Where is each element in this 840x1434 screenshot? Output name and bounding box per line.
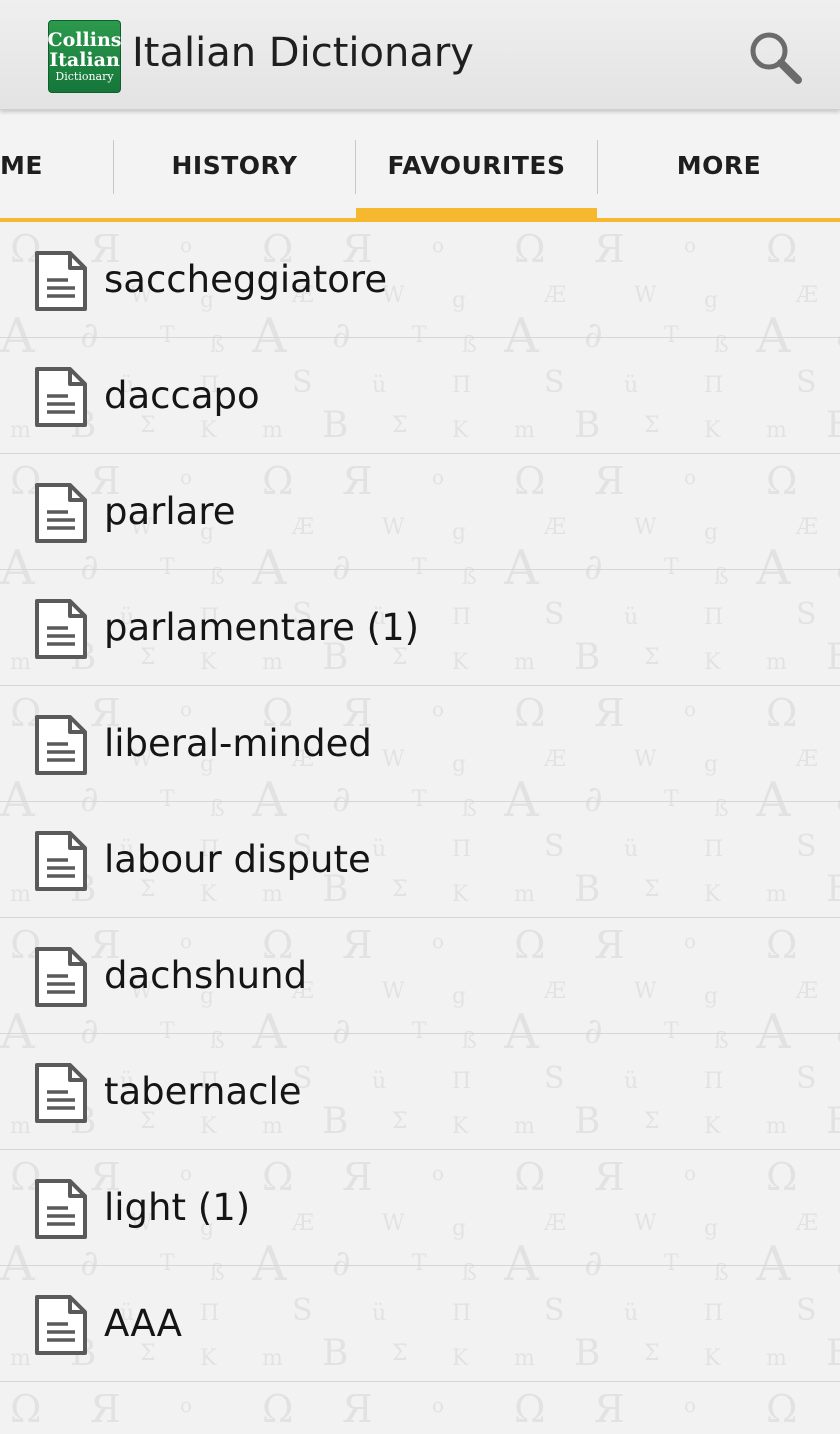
tab-bar: ME HISTORY FAVOURITES MORE [0,112,840,222]
tab-more[interactable]: MORE [598,112,840,218]
favourite-word-label: labour dispute [104,838,371,881]
app-title: Italian Dictionary [132,30,474,76]
favourite-list-item[interactable]: parlare [0,454,840,570]
tab-more-label: MORE [676,150,762,180]
favourite-list-item[interactable]: dachshund [0,918,840,1034]
search-icon [750,32,802,84]
favourite-word-label: parlare [104,490,236,533]
document-icon [35,367,87,427]
favourite-word-label: tabernacle [104,1070,302,1113]
favourite-word-label: light (1) [104,1186,251,1229]
favourites-list[interactable]: Ω Я o Æ W g A ∂ T ß S ü П m B Σ K [0,222,840,1434]
favourite-word-label: parlamentare (1) [104,606,420,649]
favourite-list-item[interactable]: daccapo [0,338,840,454]
favourite-word-label: liberal-minded [104,722,372,765]
logo-line-1: Collins [47,28,122,51]
favourite-list-item[interactable]: light (1) [0,1150,840,1266]
tab-home-label: ME [0,150,43,180]
favourite-list-item[interactable]: saccheggiatore [0,222,840,338]
favourite-word-label: daccapo [104,374,260,417]
tab-history-label: HISTORY [171,150,298,180]
document-icon [35,483,87,543]
tab-history[interactable]: HISTORY [114,112,355,218]
favourite-list-item[interactable]: liberal-minded [0,686,840,802]
document-icon [35,947,87,1007]
document-icon [35,715,87,775]
favourite-list-item[interactable]: labour dispute [0,802,840,918]
favourite-list-item[interactable]: tabernacle [0,1034,840,1150]
document-icon [35,1179,87,1239]
document-icon [35,599,87,659]
favourite-list-item[interactable]: AAA [0,1266,840,1382]
tab-favourites[interactable]: FAVOURITES [356,112,597,218]
collins-logo: Collins Italian Dictionary [48,20,121,93]
search-button[interactable] [742,24,808,90]
favourite-list-item[interactable]: parlamentare (1) [0,570,840,686]
selected-tab-indicator [356,208,597,218]
favourite-word-label: dachshund [104,954,308,997]
document-icon [35,1063,87,1123]
tab-home[interactable]: ME [0,112,112,218]
favourite-word-label: AAA [104,1302,182,1345]
logo-line-3: Dictionary [55,69,114,83]
tab-favourites-label: FAVOURITES [387,150,566,180]
app-bar: Collins Italian Dictionary Italian Dicti… [0,0,840,110]
logo-line-2: Italian [49,48,120,71]
document-icon [35,251,87,311]
document-icon [35,831,87,891]
document-icon [35,1295,87,1355]
favourite-word-label: saccheggiatore [104,258,388,301]
